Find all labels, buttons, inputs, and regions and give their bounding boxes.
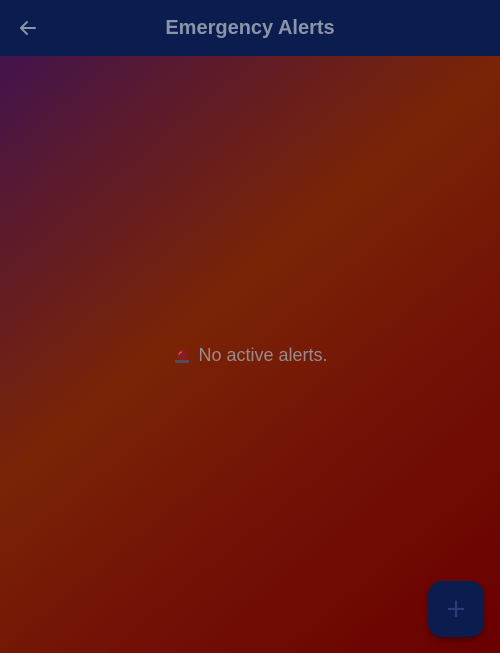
app-bar: Emergency Alerts <box>0 0 500 56</box>
back-button[interactable] <box>8 8 48 48</box>
add-alert-button[interactable]: + <box>428 581 484 637</box>
arrow-left-icon <box>20 21 36 35</box>
empty-state: No active alerts. <box>0 344 500 366</box>
siren-icon <box>175 349 190 363</box>
app-screen: Emergency Alerts No active alerts. + <box>0 0 500 653</box>
plus-icon: + <box>445 594 467 624</box>
page-title: Emergency Alerts <box>165 16 335 39</box>
empty-state-message: No active alerts. <box>198 344 328 365</box>
